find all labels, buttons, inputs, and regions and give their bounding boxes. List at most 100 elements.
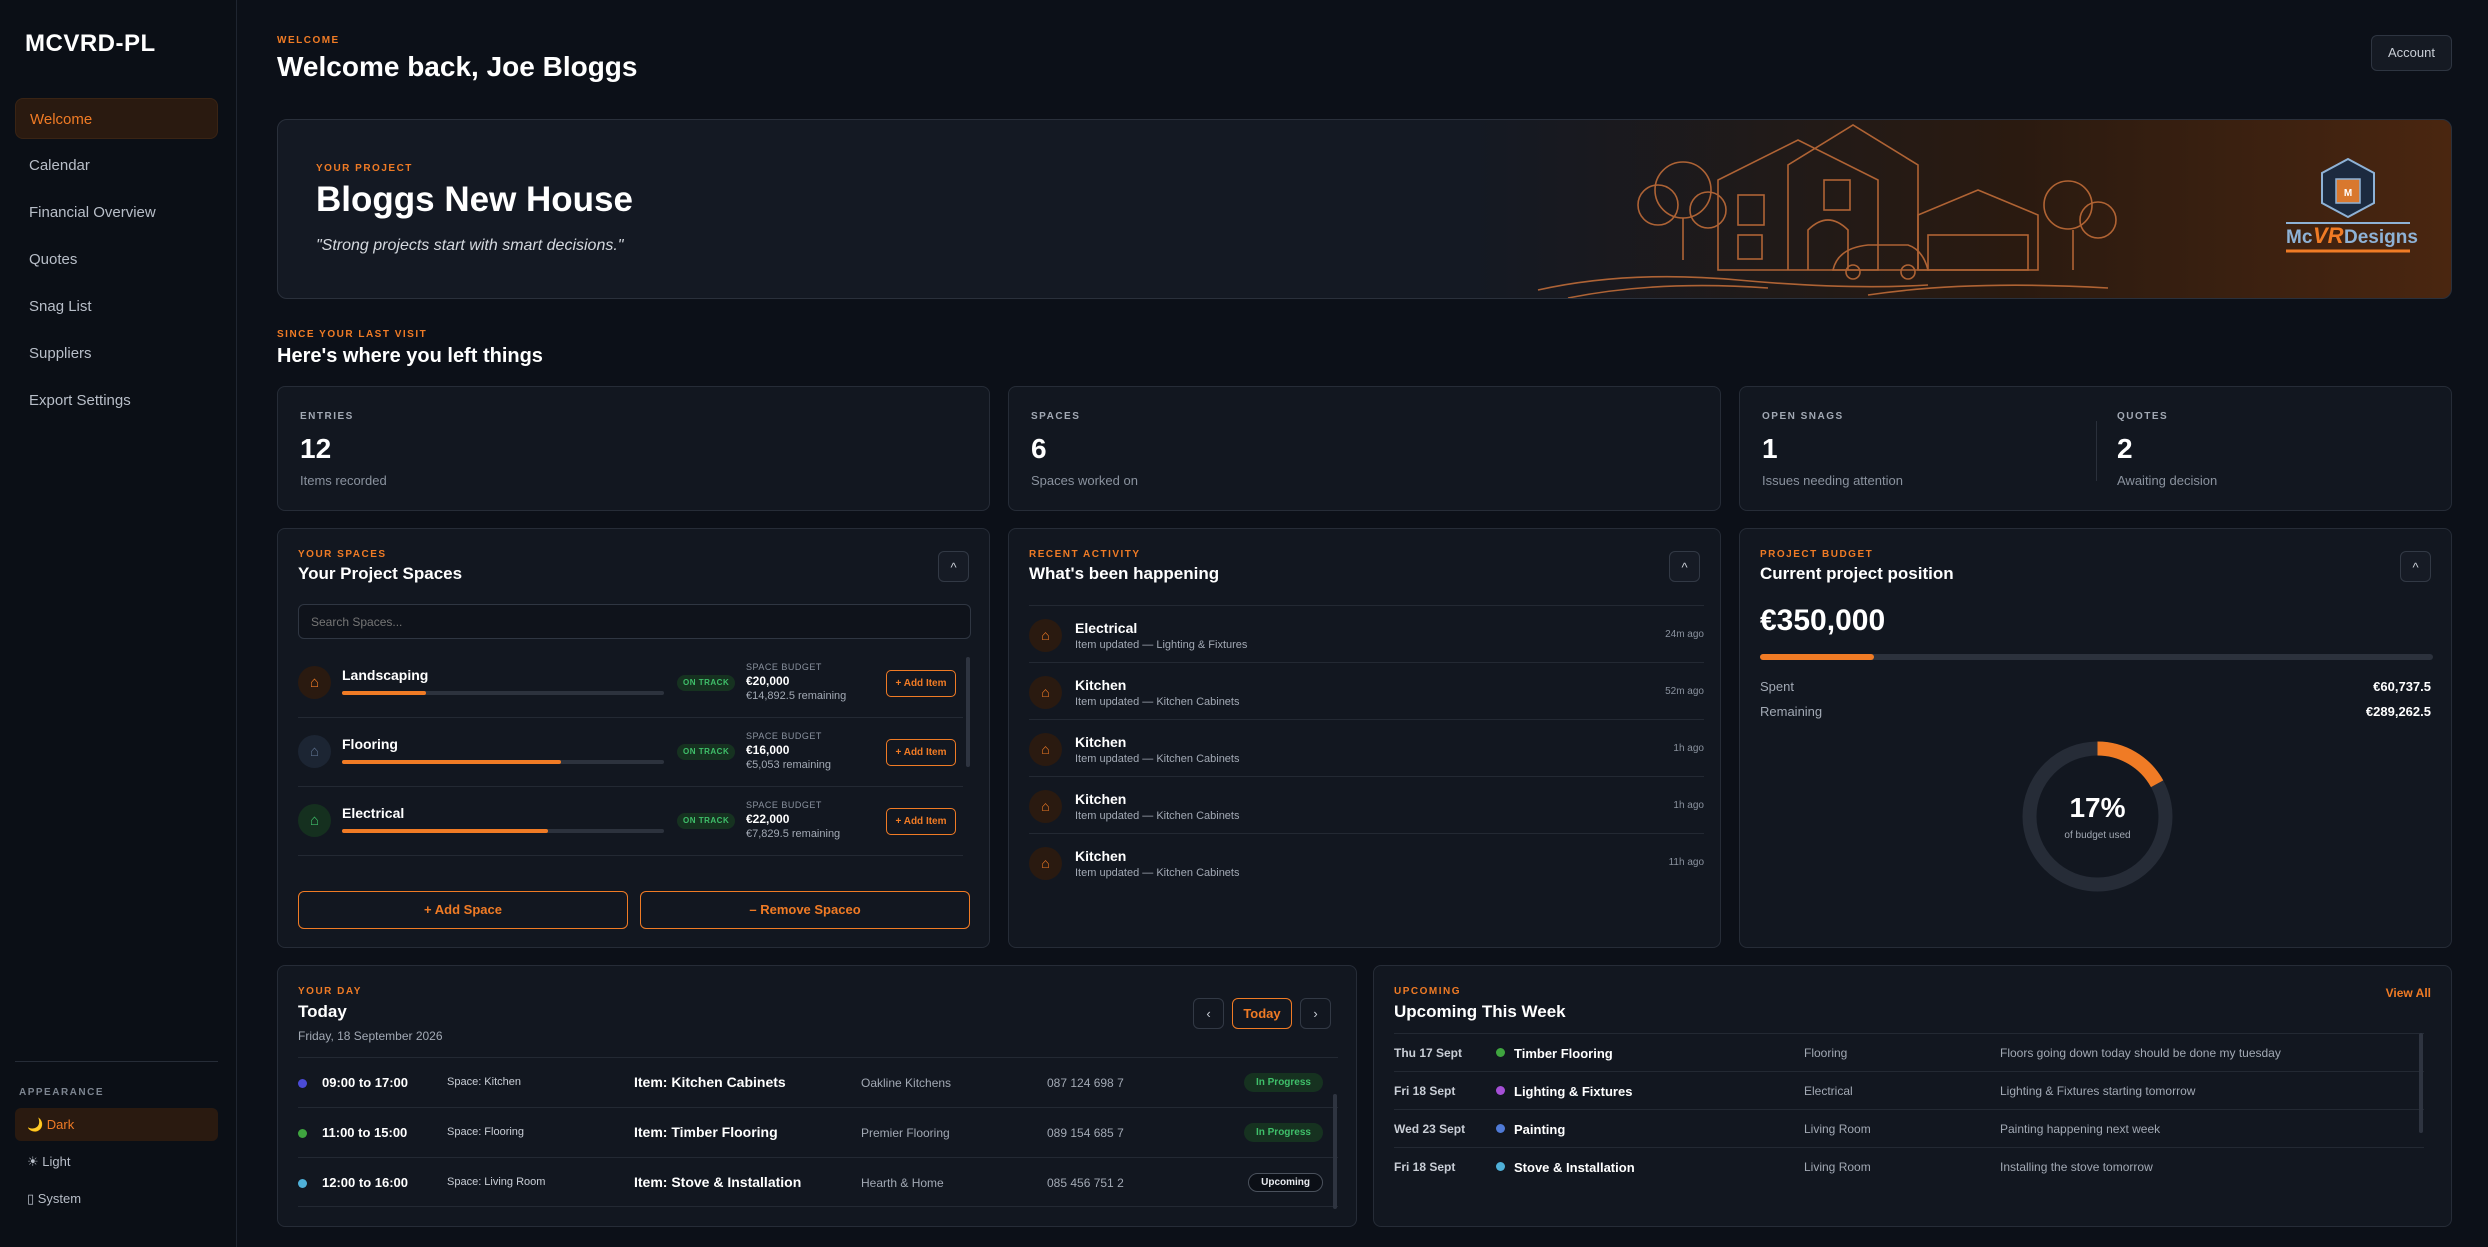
space-budget-remaining: €14,892.5 remaining bbox=[746, 690, 847, 702]
space-progress-fill bbox=[342, 691, 426, 695]
activity-item[interactable]: ⌂ Electrical Item updated — Lighting & F… bbox=[1029, 606, 1704, 663]
activity-time: 24m ago bbox=[1665, 629, 1704, 640]
nav-welcome[interactable]: Welcome bbox=[15, 98, 218, 139]
nav-export-settings[interactable]: Export Settings bbox=[15, 380, 218, 421]
home-icon: ⌂ bbox=[1029, 619, 1062, 652]
nav-quotes[interactable]: Quotes bbox=[15, 239, 218, 280]
schedule-row[interactable]: 12:00 to 16:00 Space: Living Room Item: … bbox=[298, 1157, 1338, 1207]
add-space-button[interactable]: + Add Space bbox=[298, 891, 628, 929]
nav-snag-list[interactable]: Snag List bbox=[15, 286, 218, 327]
upcoming-date: Wed 23 Sept bbox=[1394, 1122, 1466, 1136]
search-spaces-input[interactable] bbox=[298, 604, 971, 639]
schedule-phone: 089 154 685 7 bbox=[1047, 1126, 1124, 1140]
add-item-button[interactable]: + Add Item bbox=[886, 670, 956, 697]
since-title: Here's where you left things bbox=[277, 345, 543, 367]
project-hero: YOUR PROJECT Bloggs New House "Strong pr… bbox=[277, 119, 2452, 299]
spaces-scrollbar[interactable] bbox=[966, 657, 970, 767]
activity-sub: Item updated — Lighting & Fixtures bbox=[1075, 639, 1248, 651]
theme-system-option[interactable]: ▯ System bbox=[15, 1182, 218, 1215]
account-button[interactable]: Account bbox=[2371, 35, 2452, 71]
activity-eyebrow: RECENT ACTIVITY bbox=[1029, 549, 1141, 560]
upcoming-eyebrow: UPCOMING bbox=[1394, 986, 1461, 997]
spaces-eyebrow: YOUR SPACES bbox=[298, 549, 387, 560]
space-row-electrical[interactable]: ⌂ Electrical ON TRACK SPACE BUDGET €22,0… bbox=[298, 787, 963, 856]
schedule-scrollbar[interactable] bbox=[1333, 1094, 1337, 1209]
project-budget-card: PROJECT BUDGET Current project position … bbox=[1739, 528, 2452, 948]
nav-calendar[interactable]: Calendar bbox=[15, 145, 218, 186]
view-all-link[interactable]: View All bbox=[2386, 986, 2431, 1000]
schedule-phone: 087 124 698 7 bbox=[1047, 1076, 1124, 1090]
sidebar: MCVRD-PL Welcome Calendar Financial Over… bbox=[0, 0, 237, 1247]
home-icon: ⌂ bbox=[1029, 847, 1062, 880]
nav-financial-overview[interactable]: Financial Overview bbox=[15, 192, 218, 233]
upcoming-scrollbar[interactable] bbox=[2419, 1033, 2423, 1133]
schedule-supplier: Premier Flooring bbox=[861, 1126, 950, 1140]
schedule-row[interactable]: 09:00 to 17:00 Space: Kitchen Item: Kitc… bbox=[298, 1057, 1338, 1107]
space-progress-bar bbox=[342, 829, 664, 833]
space-row-flooring[interactable]: ⌂ Flooring ON TRACK SPACE BUDGET €16,000… bbox=[298, 718, 963, 787]
welcome-eyebrow: WELCOME bbox=[277, 35, 340, 46]
item-name: Stove & Installation bbox=[671, 1174, 802, 1190]
on-track-badge: ON TRACK bbox=[677, 813, 736, 829]
home-icon: ⌂ bbox=[1029, 733, 1062, 766]
spaces-label: SPACES bbox=[1031, 411, 1081, 422]
upcoming-name: Stove & Installation bbox=[1514, 1160, 1635, 1175]
activity-item[interactable]: ⌂ Kitchen Item updated — Kitchen Cabinet… bbox=[1029, 720, 1704, 777]
on-track-badge: ON TRACK bbox=[677, 744, 736, 760]
upcoming-row[interactable]: Fri 18 Sept Lighting & Fixtures Electric… bbox=[1394, 1071, 2424, 1109]
collapse-activity-button[interactable]: ^ bbox=[1669, 551, 1700, 582]
open-snags-label: OPEN SNAGS bbox=[1762, 411, 1844, 422]
open-snags-sub: Issues needing attention bbox=[1762, 473, 1903, 488]
activity-time: 1h ago bbox=[1673, 743, 1704, 754]
budget-total: €350,000 bbox=[1760, 604, 1886, 637]
activity-item[interactable]: ⌂ Kitchen Item updated — Kitchen Cabinet… bbox=[1029, 777, 1704, 834]
spaces-stat-card: SPACES 6 Spaces worked on bbox=[1008, 386, 1721, 511]
today-button[interactable]: Today bbox=[1232, 998, 1292, 1029]
remove-space-button[interactable]: – Remove Spaceo bbox=[640, 891, 970, 929]
upcoming-dot bbox=[1496, 1124, 1505, 1133]
upcoming-note: Installing the stove tomorrow bbox=[2000, 1160, 2153, 1174]
activity-item[interactable]: ⌂ Kitchen Item updated — Kitchen Cabinet… bbox=[1029, 834, 1704, 891]
hero-eyebrow: YOUR PROJECT bbox=[316, 163, 413, 174]
space-name: Electrical bbox=[342, 805, 405, 821]
upcoming-dot bbox=[1496, 1086, 1505, 1095]
upcoming-week-card: UPCOMING Upcoming This Week View All Thu… bbox=[1373, 965, 2452, 1227]
upcoming-area: Electrical bbox=[1804, 1084, 1853, 1098]
upcoming-card-title: Upcoming This Week bbox=[1394, 1002, 1566, 1021]
collapse-budget-button[interactable]: ^ bbox=[2400, 551, 2431, 582]
add-item-button[interactable]: + Add Item bbox=[886, 739, 956, 766]
upcoming-area: Living Room bbox=[1804, 1160, 1871, 1174]
next-day-button[interactable]: › bbox=[1300, 998, 1331, 1029]
activity-item[interactable]: ⌂ Kitchen Item updated — Kitchen Cabinet… bbox=[1029, 663, 1704, 720]
prev-day-button[interactable]: ‹ bbox=[1193, 998, 1224, 1029]
stat-divider bbox=[2096, 421, 2097, 481]
status-badge: In Progress bbox=[1243, 1073, 1323, 1092]
schedule-row[interactable]: 11:00 to 15:00 Space: Flooring Item: Tim… bbox=[298, 1107, 1338, 1157]
home-icon: ⌂ bbox=[298, 804, 331, 837]
upcoming-name: Painting bbox=[1514, 1122, 1566, 1137]
activity-sub: Item updated — Kitchen Cabinets bbox=[1075, 696, 1240, 708]
collapse-spaces-button[interactable]: ^ bbox=[938, 551, 969, 582]
schedule-dot bbox=[298, 1179, 307, 1188]
space-budget-label: SPACE BUDGET bbox=[746, 800, 822, 810]
upcoming-name: Timber Flooring bbox=[1514, 1046, 1613, 1061]
page-title: Welcome back, Joe Bloggs bbox=[277, 51, 638, 82]
schedule-item: Item: Kitchen Cabinets bbox=[634, 1074, 786, 1090]
schedule-item: Item: Stove & Installation bbox=[634, 1174, 801, 1190]
activity-sub: Item updated — Kitchen Cabinets bbox=[1075, 753, 1240, 765]
add-item-button[interactable]: + Add Item bbox=[886, 808, 956, 835]
upcoming-row[interactable]: Fri 18 Sept Stove & Installation Living … bbox=[1394, 1147, 2424, 1185]
theme-dark-option[interactable]: 🌙 Dark bbox=[15, 1108, 218, 1141]
activity-sub: Item updated — Kitchen Cabinets bbox=[1075, 867, 1240, 879]
upcoming-note: Floors going down today should be done m… bbox=[2000, 1046, 2281, 1060]
space-row-landscaping[interactable]: ⌂ Landscaping ON TRACK SPACE BUDGET €20,… bbox=[298, 649, 963, 718]
upcoming-row[interactable]: Thu 17 Sept Timber Flooring Flooring Flo… bbox=[1394, 1033, 2424, 1071]
nav-suppliers[interactable]: Suppliers bbox=[15, 333, 218, 374]
budget-used-caption: of budget used bbox=[2064, 830, 2131, 841]
theme-light-option[interactable]: ☀ Light bbox=[15, 1145, 218, 1178]
upcoming-date: Fri 18 Sept bbox=[1394, 1084, 1456, 1098]
item-prefix: Item: bbox=[634, 1174, 668, 1190]
space-name: Flooring bbox=[342, 736, 398, 752]
project-quote: "Strong projects start with smart decisi… bbox=[316, 237, 624, 254]
upcoming-row[interactable]: Wed 23 Sept Painting Living Room Paintin… bbox=[1394, 1109, 2424, 1147]
